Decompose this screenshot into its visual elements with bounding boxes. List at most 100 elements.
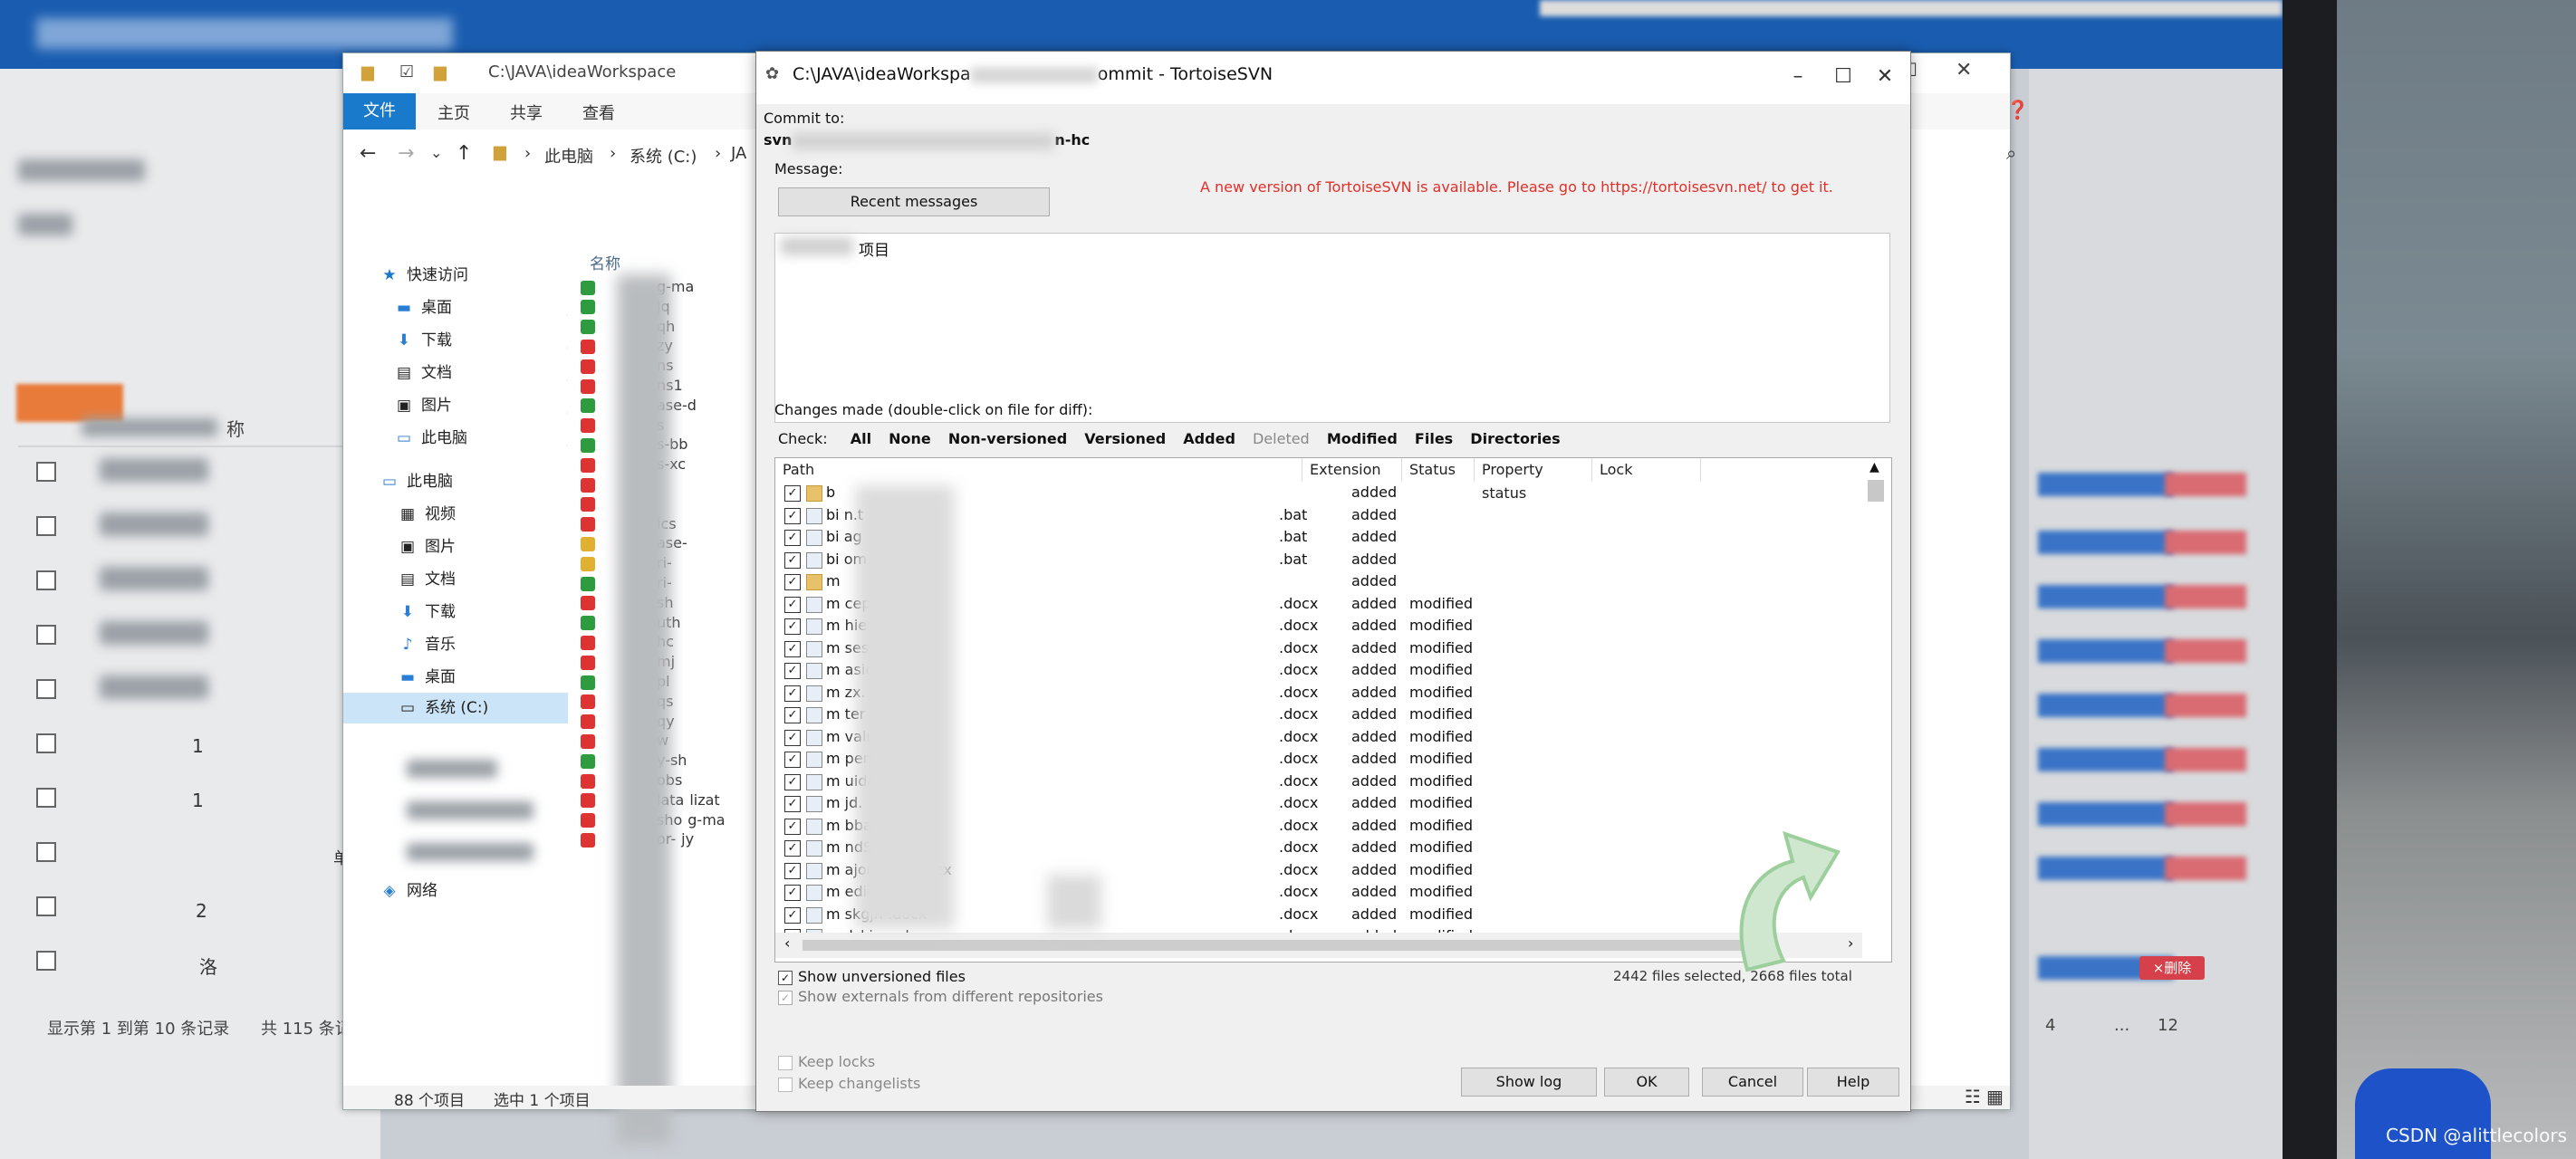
file-list-item[interactable]: mj (581, 651, 762, 673)
row-checkbox[interactable] (36, 733, 56, 753)
file-list-item[interactable]: g-ma (581, 276, 762, 298)
row-checkbox[interactable]: ✓ (784, 485, 801, 502)
file-list-item[interactable]: obs (581, 770, 762, 791)
details-view-icon[interactable]: ☷ (1965, 1086, 1981, 1107)
row-checkbox[interactable] (36, 951, 56, 971)
scroll-right-icon[interactable]: › (1848, 934, 1853, 952)
row-checkbox[interactable]: ✓ (784, 707, 801, 723)
row-checkbox[interactable]: ✓ (784, 663, 801, 679)
file-list-item[interactable]: w (581, 730, 762, 752)
help-icon[interactable]: ❓ (2006, 99, 2029, 120)
check-deleted-link[interactable]: Deleted (1253, 430, 1310, 447)
up-arrow-icon[interactable]: ↑ (456, 142, 472, 165)
row-checkbox[interactable]: ✓ (784, 840, 801, 857)
close-icon[interactable]: ✕ (1956, 59, 1972, 81)
page-number[interactable]: 12 (2158, 1016, 2178, 1035)
horizontal-scrollbar-thumb[interactable] (803, 940, 1754, 951)
row-checkbox[interactable] (36, 842, 56, 862)
nav-downloads[interactable]: ⬇下载📌 (394, 327, 585, 354)
breadcrumb-this-pc[interactable]: 此电脑 (544, 144, 593, 168)
nav-pictures[interactable]: ▣图片📌 (394, 392, 585, 419)
nav-this-pc[interactable]: ▭ 此电脑 (380, 468, 453, 495)
row-checkbox[interactable]: ✓ (784, 574, 801, 590)
breadcrumb-drive[interactable]: 系统 (C:) (630, 144, 697, 168)
file-list-item[interactable]: ri- (581, 552, 762, 574)
row-checkbox[interactable]: ✓ (784, 906, 801, 924)
scroll-left-icon[interactable]: ‹ (784, 934, 790, 952)
tab-home[interactable]: 主页 (437, 101, 470, 124)
col-extension[interactable]: Extension (1302, 458, 1402, 482)
page-number[interactable]: 4 (2045, 1016, 2055, 1035)
file-list-item[interactable] (581, 474, 762, 495)
row-checkbox[interactable]: ✓ (784, 618, 801, 635)
row-checkbox[interactable] (36, 570, 56, 590)
file-list-item[interactable]: pl (581, 671, 762, 693)
file-list-item[interactable]: ics (581, 513, 762, 535)
nav-music[interactable]: ♪ 音乐 (398, 631, 456, 658)
show-log-button[interactable]: Show log (1461, 1068, 1597, 1097)
file-list-item[interactable]: ase-d (581, 395, 762, 417)
file-list-item[interactable]: uth (581, 612, 762, 634)
row-checkbox[interactable] (36, 788, 56, 808)
commit-message-input[interactable]: 项目 (774, 233, 1890, 423)
search-icon[interactable]: ⌕ (2006, 142, 2016, 164)
row-checkbox[interactable] (36, 679, 56, 699)
delete-button[interactable]: ×删除 (2139, 956, 2205, 980)
update-available-notice[interactable]: A new version of TortoiseSVN is availabl… (1200, 178, 1833, 196)
file-list-item[interactable]: s-xc (581, 454, 762, 475)
nav-desktop[interactable]: ▬桌面📌 (394, 294, 585, 321)
row-checkbox[interactable]: ✓ (784, 507, 801, 524)
file-list-item[interactable]: hc (581, 631, 762, 653)
row-checkbox[interactable]: ✓ (784, 796, 801, 812)
file-list-item[interactable]: ri- (581, 572, 762, 594)
col-lock[interactable]: Lock (1592, 458, 1701, 482)
check-versioned-link[interactable]: Versioned (1084, 430, 1166, 447)
orange-action-button[interactable] (16, 384, 123, 422)
file-list-item[interactable] (581, 493, 762, 515)
file-list-item[interactable]: qy (581, 711, 762, 733)
show-unversioned-checkbox[interactable]: ✓ Show unversioned files (778, 968, 966, 985)
large-icons-view-icon[interactable]: ▦ (1986, 1086, 2004, 1107)
check-none-link[interactable]: None (889, 430, 931, 447)
row-checkbox[interactable] (36, 462, 56, 482)
chevron-down-icon[interactable]: ⌄ (430, 144, 442, 161)
horizontal-scrollbar[interactable]: ‹ › (775, 933, 1862, 958)
row-checkbox[interactable]: ✓ (784, 530, 801, 546)
file-list-item[interactable]: y-sh (581, 750, 762, 771)
row-checkbox[interactable] (36, 625, 56, 645)
tab-share[interactable]: 共享 (510, 101, 543, 124)
nav-pictures-2[interactable]: ▣ 图片 (398, 533, 456, 560)
row-checkbox[interactable] (36, 896, 56, 916)
ok-button[interactable]: OK (1604, 1068, 1689, 1097)
file-list-item[interactable]: sh (581, 592, 762, 614)
row-checkbox[interactable]: ✓ (784, 640, 801, 657)
row-checkbox[interactable] (36, 516, 56, 536)
row-checkbox[interactable]: ✓ (784, 862, 801, 879)
show-externals-checkbox[interactable]: ✓ Show externals from different repositor… (778, 988, 1103, 1005)
file-list-item[interactable]: ase- (581, 532, 762, 554)
tab-view[interactable]: 查看 (582, 101, 615, 124)
nav-this-pc-pinned[interactable]: ▭此电脑📌 (394, 425, 585, 452)
file-list-item[interactable]: ns (581, 355, 762, 377)
file-list-item[interactable]: or-jy (581, 829, 762, 850)
breadcrumb-folder[interactable]: JA (731, 144, 746, 163)
row-checkbox[interactable]: ✓ (784, 773, 801, 790)
file-list-item[interactable]: latalizat (581, 790, 762, 811)
nav-system-c[interactable]: ▭ 系统 (C:) (398, 694, 488, 722)
keep-locks-checkbox[interactable]: Keep locks (778, 1053, 875, 1070)
keep-changelists-checkbox[interactable]: Keep changelists (778, 1075, 920, 1092)
col-property-status[interactable]: Property status (1475, 458, 1592, 502)
row-checkbox[interactable]: ✓ (784, 729, 801, 746)
back-arrow-icon[interactable]: ← (360, 142, 376, 165)
nav-documents-2[interactable]: ▤ 文档 (398, 566, 456, 593)
row-checkbox[interactable]: ✓ (784, 885, 801, 901)
col-path[interactable]: Path (775, 458, 1302, 482)
file-list-item[interactable]: zy (581, 335, 762, 357)
row-checkbox[interactable]: ✓ (784, 818, 801, 835)
close-icon[interactable]: ✕ (1867, 61, 1903, 93)
recent-messages-button[interactable]: Recent messages (778, 187, 1050, 216)
file-list-item[interactable]: s-bb (581, 434, 762, 455)
row-checkbox[interactable]: ✓ (784, 685, 801, 702)
nav-videos[interactable]: ▦ 视频 (398, 501, 456, 528)
file-list-item[interactable]: qs (581, 691, 762, 713)
